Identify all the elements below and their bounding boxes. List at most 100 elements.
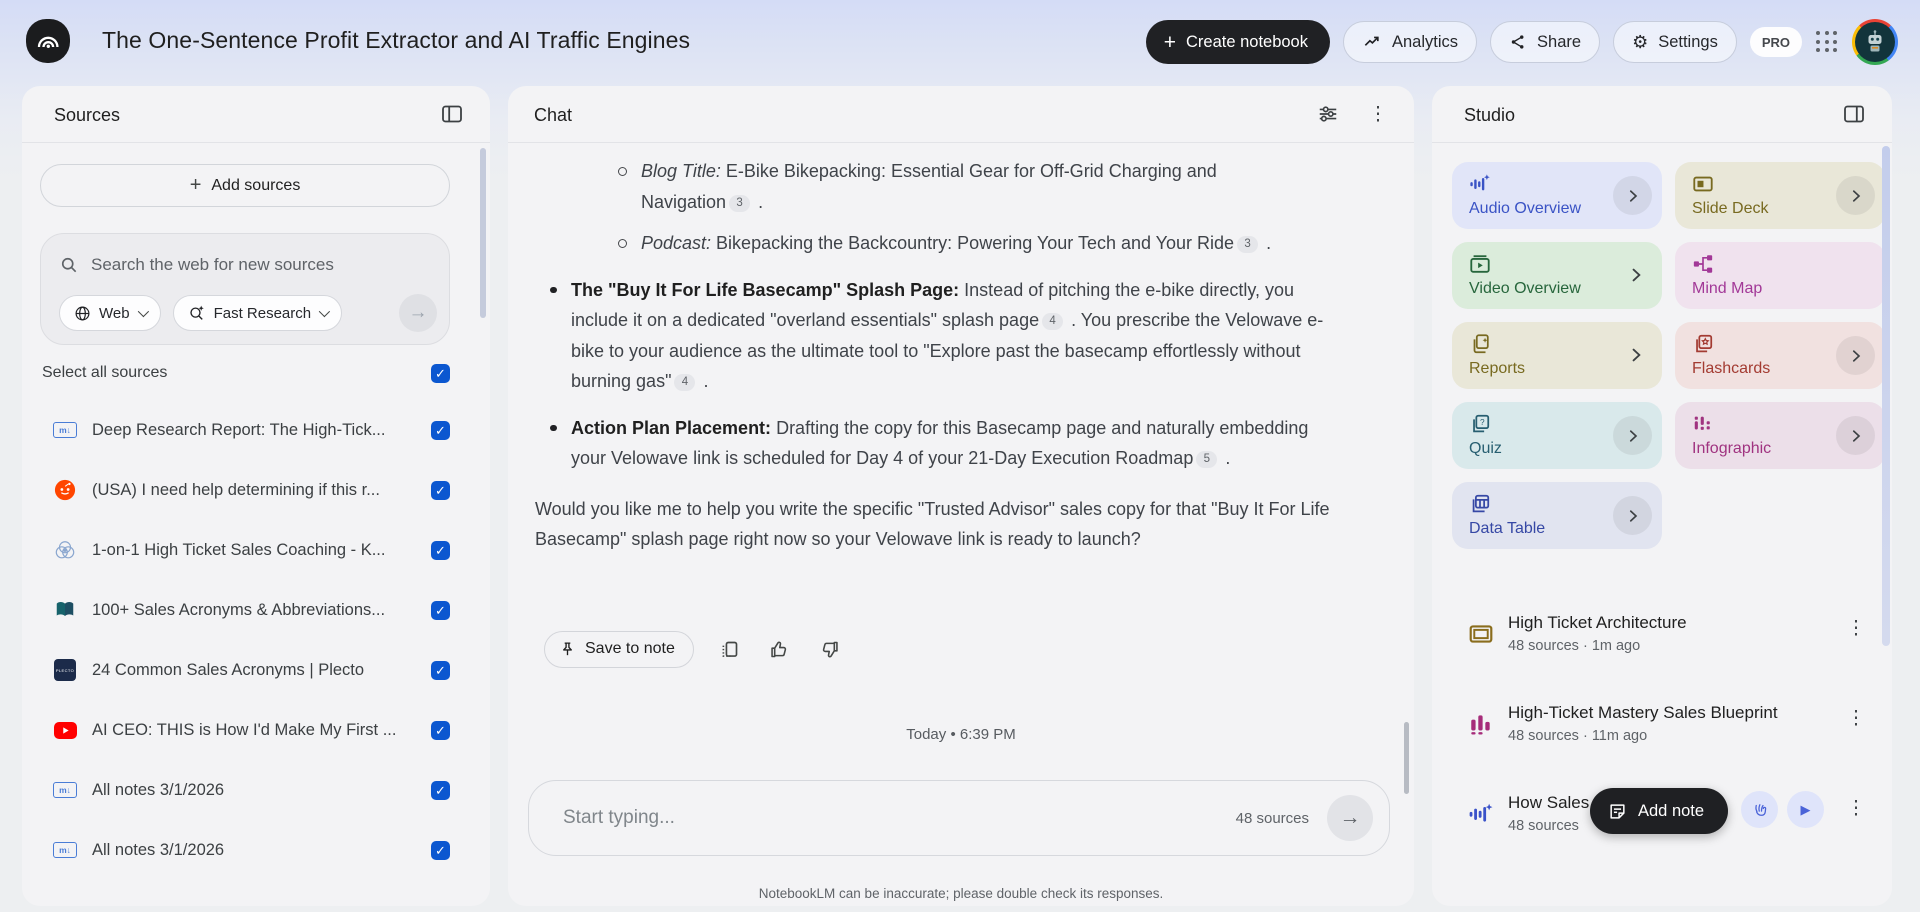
chevron-right-icon[interactable] bbox=[1613, 496, 1652, 535]
thumbs-down-icon[interactable] bbox=[816, 635, 844, 663]
source-checkbox[interactable]: ✓ bbox=[431, 420, 450, 440]
reddit-icon bbox=[52, 479, 78, 501]
mind-map-icon bbox=[1692, 253, 1714, 275]
studio-note-row[interactable]: High-Ticket Mastery Sales Blueprint 48 s… bbox=[1432, 703, 1892, 765]
source-checkbox[interactable]: ✓ bbox=[431, 780, 450, 800]
data-table-card[interactable]: Data Table bbox=[1452, 482, 1662, 549]
chat-closing-paragraph: Would you like me to help you write the … bbox=[535, 498, 1330, 550]
chat-input[interactable] bbox=[563, 807, 1236, 829]
source-checkbox[interactable]: ✓ bbox=[431, 480, 450, 500]
search-input[interactable] bbox=[91, 255, 435, 275]
card-label: Reports bbox=[1469, 360, 1526, 377]
note-menu-icon[interactable]: ⋮ bbox=[1844, 797, 1868, 821]
slide-deck-icon bbox=[1468, 621, 1496, 649]
chevron-right-icon[interactable] bbox=[1836, 176, 1875, 215]
chat-menu-icon[interactable]: ⋮ bbox=[1364, 100, 1392, 128]
source-count: 48 sources bbox=[1235, 809, 1309, 827]
chevron-right-icon[interactable] bbox=[1613, 416, 1652, 455]
card-label: Slide Deck bbox=[1692, 200, 1769, 217]
citation-chip[interactable]: 3 bbox=[1237, 236, 1259, 253]
share-button[interactable]: Share bbox=[1490, 21, 1601, 63]
sources-scrollbar[interactable] bbox=[480, 148, 486, 318]
card-label: Video Overview bbox=[1469, 280, 1581, 297]
collapse-studio-panel-icon[interactable] bbox=[1842, 102, 1868, 128]
reports-card[interactable]: Reports bbox=[1452, 322, 1662, 389]
arrow-right-icon: → bbox=[408, 302, 428, 323]
citation-chip[interactable]: 3 bbox=[729, 194, 751, 212]
search-submit-button[interactable]: → bbox=[399, 294, 437, 332]
slide-deck-card[interactable]: Slide Deck bbox=[1675, 162, 1885, 229]
note-menu-icon[interactable]: ⋮ bbox=[1844, 707, 1868, 731]
avatar[interactable] bbox=[1852, 19, 1898, 65]
chevron-right-icon[interactable] bbox=[1836, 416, 1875, 455]
analytics-button[interactable]: Analytics bbox=[1343, 21, 1478, 63]
citation-chip[interactable]: 4 bbox=[674, 374, 696, 391]
audio-overview-card[interactable]: Audio Overview bbox=[1452, 162, 1662, 229]
citation-chip[interactable]: 5 bbox=[1196, 451, 1218, 468]
chevron-right-icon[interactable] bbox=[1836, 336, 1875, 375]
source-row[interactable]: (USA) I need help determining if this r.… bbox=[42, 464, 450, 516]
source-checkbox[interactable]: ✓ bbox=[431, 720, 450, 740]
source-row[interactable]: 1-on-1 High Ticket Sales Coaching - K...… bbox=[42, 524, 450, 576]
quiz-card[interactable]: ? Quiz bbox=[1452, 402, 1662, 469]
source-row[interactable]: AI CEO: THIS is How I'd Make My First ..… bbox=[42, 704, 450, 756]
web-filter-label: Web bbox=[99, 304, 130, 322]
infographic-card[interactable]: Infographic bbox=[1675, 402, 1885, 469]
studio-scrollbar[interactable] bbox=[1882, 146, 1890, 646]
studio-note-row[interactable]: High Ticket Architecture 48 sources · 1m… bbox=[1432, 613, 1892, 675]
add-sources-button[interactable]: + Add sources bbox=[40, 164, 450, 207]
search-icon bbox=[59, 255, 79, 275]
play-button[interactable]: ▶ bbox=[1787, 791, 1824, 828]
notebooklm-logo-icon[interactable] bbox=[26, 19, 70, 63]
flashcards-card[interactable]: Flashcards bbox=[1675, 322, 1885, 389]
source-checkbox[interactable]: ✓ bbox=[431, 540, 450, 560]
source-label: 24 Common Sales Acronyms | Plecto bbox=[92, 660, 365, 679]
flashcards-icon bbox=[1692, 333, 1714, 355]
source-checkbox[interactable]: ✓ bbox=[431, 840, 450, 860]
select-all-checkbox[interactable]: ✓ bbox=[431, 363, 450, 383]
citation-chip[interactable]: 4 bbox=[1042, 313, 1064, 330]
add-note-button[interactable]: Add note bbox=[1590, 788, 1729, 834]
video-overview-card[interactable]: Video Overview bbox=[1452, 242, 1662, 309]
source-label: 100+ Sales Acronyms & Abbreviations... bbox=[92, 600, 386, 619]
send-button[interactable]: → bbox=[1327, 795, 1373, 841]
source-row[interactable]: m↓ Deep Research Report: The High-Tick..… bbox=[42, 404, 450, 456]
card-label: Audio Overview bbox=[1469, 200, 1582, 217]
apps-grid-icon[interactable] bbox=[1815, 30, 1839, 54]
copy-icon[interactable] bbox=[716, 635, 744, 663]
web-search-box: Web Fast Research → bbox=[40, 233, 450, 345]
chevron-right-icon[interactable] bbox=[1626, 345, 1646, 365]
interactive-mode-button[interactable] bbox=[1741, 791, 1778, 828]
source-row[interactable]: PLECTO 24 Common Sales Acronyms | Plecto… bbox=[42, 644, 450, 696]
chat-scrollbar[interactable] bbox=[1404, 722, 1409, 794]
pro-badge: PRO bbox=[1749, 27, 1802, 57]
source-checkbox[interactable]: ✓ bbox=[431, 600, 450, 620]
chevron-right-icon[interactable] bbox=[1626, 265, 1646, 285]
research-mode-dropdown[interactable]: Fast Research bbox=[172, 295, 343, 331]
studio-header: Studio bbox=[1432, 86, 1892, 142]
quiz-icon: ? bbox=[1469, 413, 1491, 435]
svg-text:?: ? bbox=[1480, 418, 1485, 427]
mind-map-card[interactable]: Mind Map bbox=[1675, 242, 1885, 309]
web-filter-dropdown[interactable]: Web bbox=[59, 295, 161, 331]
note-menu-icon[interactable]: ⋮ bbox=[1844, 617, 1868, 641]
notebook-title[interactable]: The One-Sentence Profit Extractor and AI… bbox=[102, 27, 690, 54]
source-row[interactable]: 100+ Sales Acronyms & Abbreviations... ✓ bbox=[42, 584, 450, 636]
create-notebook-button[interactable]: + Create notebook bbox=[1145, 20, 1330, 64]
source-label: 1-on-1 High Ticket Sales Coaching - K... bbox=[92, 540, 386, 559]
chevron-down-icon bbox=[137, 305, 149, 318]
audio-waveform-icon bbox=[1469, 173, 1491, 195]
studio-panel: Studio Audio Overview Slide Deck Video O… bbox=[1432, 86, 1892, 906]
source-row[interactable]: m↓ All notes 3/1/2026 ✓ bbox=[42, 824, 450, 876]
thumbs-up-icon[interactable] bbox=[766, 635, 794, 663]
collapse-sources-panel-icon[interactable] bbox=[440, 102, 466, 128]
settings-button[interactable]: ⚙ Settings bbox=[1613, 21, 1737, 63]
save-to-note-label: Save to note bbox=[585, 640, 675, 657]
save-to-note-button[interactable]: Save to note bbox=[544, 630, 694, 668]
source-row[interactable]: m↓ All notes 3/1/2026 ✓ bbox=[42, 764, 450, 816]
source-label: Deep Research Report: The High-Tick... bbox=[92, 420, 386, 439]
chat-settings-icon[interactable] bbox=[1314, 100, 1342, 128]
chevron-right-icon[interactable] bbox=[1613, 176, 1652, 215]
source-checkbox[interactable]: ✓ bbox=[431, 660, 450, 680]
chevron-down-icon bbox=[318, 305, 331, 318]
